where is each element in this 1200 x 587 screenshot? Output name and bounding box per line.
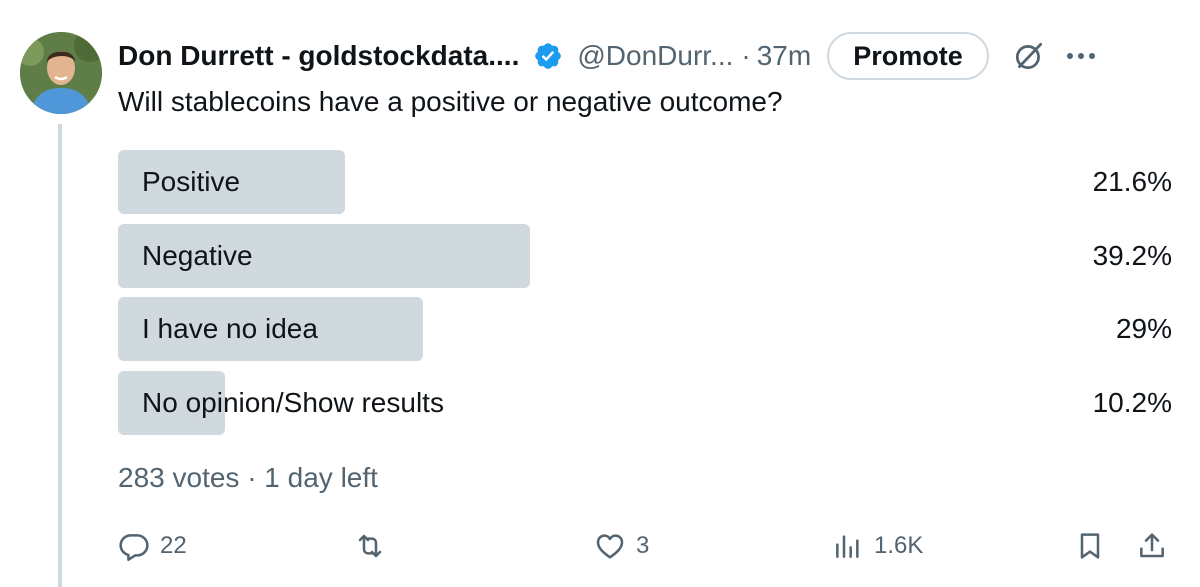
tweet-header: Don Durrett - goldstockdata.... @DonDurr… [118, 32, 1174, 80]
poll-option[interactable]: I have no idea 29% [118, 297, 1172, 361]
author-handle[interactable]: @DonDurr... [577, 40, 733, 72]
verified-badge-icon[interactable] [533, 41, 563, 71]
poll-option-label: I have no idea [142, 313, 318, 344]
tweet-time[interactable]: 37m [757, 40, 811, 72]
bookmark-button[interactable] [1074, 522, 1106, 570]
bookmark-icon [1074, 530, 1106, 562]
thread-line [58, 124, 62, 587]
poll: Positive 21.6% Negative 39.2% I have no … [118, 150, 1172, 444]
views-count: 1.6K [874, 532, 924, 559]
poll-option[interactable]: Positive 21.6% [118, 150, 1172, 214]
poll-option-label: No opinion/Show results [142, 386, 444, 418]
poll-option[interactable]: Negative 39.2% [118, 223, 1172, 288]
like-icon [594, 530, 626, 562]
views-icon [832, 530, 864, 562]
poll-option-percent: 10.2% [1092, 386, 1172, 418]
poll-meta: 283 votes · 1 day left [118, 462, 378, 493]
repost-icon [354, 530, 386, 562]
separator-dot: · [741, 40, 751, 71]
like-count: 3 [636, 532, 650, 559]
action-bar: 22 3 1.6K [118, 522, 1172, 570]
like-button[interactable]: 3 [594, 522, 649, 570]
promote-button[interactable]: Promote [827, 32, 989, 80]
poll-option-percent: 21.6% [1092, 166, 1172, 197]
reply-icon [118, 530, 150, 562]
reply-button[interactable]: 22 [118, 522, 187, 570]
poll-option-percent: 29% [1115, 313, 1172, 344]
share-button[interactable] [1136, 522, 1168, 570]
reply-count: 22 [160, 532, 187, 559]
poll-option-label: Positive [142, 166, 241, 197]
more-icon[interactable] [1061, 36, 1101, 76]
author-name[interactable]: Don Durrett - goldstockdata.... [118, 40, 519, 72]
poll-option-label: Negative [142, 239, 253, 271]
views-button[interactable]: 1.6K [832, 522, 923, 570]
share-icon [1136, 530, 1168, 562]
poll-option-percent: 39.2% [1092, 239, 1172, 271]
avatar[interactable] [20, 32, 102, 114]
repost-button[interactable] [354, 522, 396, 570]
poll-option[interactable]: No opinion/Show results 10.2% [118, 370, 1172, 435]
tweet-text: Will stablecoins have a positive or nega… [118, 86, 783, 117]
grok-icon[interactable] [1009, 36, 1049, 76]
